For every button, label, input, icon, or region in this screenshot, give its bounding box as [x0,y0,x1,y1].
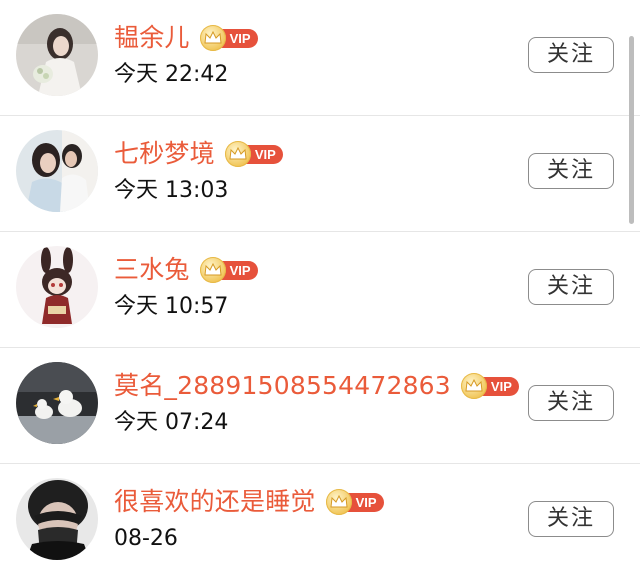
timestamp: 今天 07:24 [114,410,229,435]
timestamp: 今天 22:42 [114,62,229,87]
user-name[interactable]: 韫余儿 [114,20,190,56]
avatar[interactable] [16,14,98,96]
user-row[interactable]: 三水兔 VIP 今天 10:57 关注 [0,232,640,348]
vip-badge: VIP [224,141,283,167]
user-row[interactable]: 很喜欢的还是睡觉 VIP 08-26 关注 [0,464,640,580]
follower-list: 韫余儿 VIP 今天 22:42 关注 七秒梦境 VIP 今天 13:03 关注… [0,0,640,580]
user-row[interactable]: 七秒梦境 VIP 今天 13:03 关注 [0,116,640,232]
crown-icon [325,489,352,515]
timestamp: 今天 10:57 [114,294,229,319]
crown-icon [224,141,251,167]
vip-badge: VIP [325,489,384,515]
avatar[interactable] [16,478,98,560]
follow-button[interactable]: 关注 [528,269,614,305]
crown-icon [199,257,226,283]
follow-button[interactable]: 关注 [528,385,614,421]
avatar[interactable] [16,246,98,328]
user-name[interactable]: 七秒梦境 [114,136,215,172]
name-line: 很喜欢的还是睡觉 VIP [114,484,384,520]
scrollbar[interactable] [629,36,634,224]
user-name[interactable]: 三水兔 [114,252,190,288]
name-line: 莫名_28891508554472863 VIP [114,368,519,404]
name-line: 韫余儿 VIP [114,20,258,56]
name-line: 七秒梦境 VIP [114,136,283,172]
vip-badge: VIP [460,373,519,399]
crown-icon [199,25,226,51]
timestamp: 08-26 [114,526,178,551]
user-row[interactable]: 韫余儿 VIP 今天 22:42 关注 [0,0,640,116]
follow-button[interactable]: 关注 [528,501,614,537]
follow-button[interactable]: 关注 [528,153,614,189]
vip-badge: VIP [199,25,258,51]
user-name[interactable]: 很喜欢的还是睡觉 [114,484,316,520]
timestamp: 今天 13:03 [114,178,229,203]
follow-button[interactable]: 关注 [528,37,614,73]
avatar[interactable] [16,130,98,212]
vip-badge: VIP [199,257,258,283]
name-line: 三水兔 VIP [114,252,258,288]
user-row[interactable]: 莫名_28891508554472863 VIP 今天 07:24 关注 [0,348,640,464]
crown-icon [460,373,487,399]
avatar[interactable] [16,362,98,444]
user-name[interactable]: 莫名_28891508554472863 [114,368,451,404]
